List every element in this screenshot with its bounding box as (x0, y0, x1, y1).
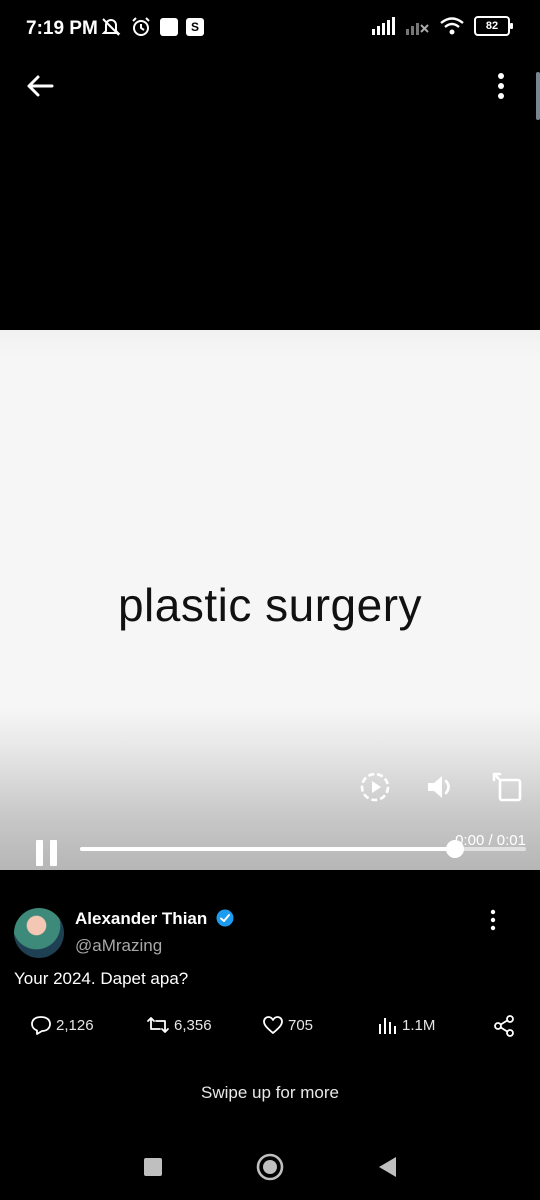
views-count: 1.1M (402, 1016, 436, 1034)
video-player[interactable]: plastic surgery (0, 330, 540, 870)
replay-button[interactable] (358, 770, 392, 804)
back-nav-button[interactable] (372, 1152, 402, 1182)
reply-button[interactable]: 2,126 (30, 1014, 94, 1036)
square-icon (144, 1158, 162, 1176)
video-caption: plastic surgery (117, 579, 423, 631)
more-options-button[interactable] (486, 68, 516, 104)
verified-icon (216, 909, 234, 927)
reply-icon (31, 1016, 51, 1035)
s-app-icon: S (186, 18, 204, 36)
scroll-edge-indicator (536, 72, 540, 120)
battery-icon: 82 (474, 16, 513, 36)
repost-icon (147, 1017, 169, 1033)
signal-weak-icon (406, 23, 429, 35)
status-icons-left: S (100, 16, 204, 38)
recent-apps-button[interactable] (138, 1152, 168, 1182)
volume-button[interactable] (424, 770, 458, 804)
volume-icon (428, 776, 450, 798)
home-circle-icon (256, 1153, 284, 1181)
top-bar (0, 60, 540, 110)
author-handle[interactable]: @aMrazing (75, 936, 162, 956)
views-button[interactable]: 1.1M (376, 1014, 435, 1036)
views-chart-icon (379, 1018, 396, 1034)
repost-button[interactable]: 6,356 (146, 1014, 212, 1036)
share-button[interactable] (492, 1014, 516, 1038)
more-vertical-icon (490, 909, 496, 931)
heart-icon (263, 1016, 283, 1034)
share-icon (494, 1015, 514, 1037)
post-actions: 2,126 6,356 705 1.1M (0, 1014, 540, 1040)
system-nav-bar (0, 1140, 540, 1200)
swipe-up-hint: Swipe up for more (201, 1083, 339, 1102)
pause-icon (36, 840, 43, 866)
pause-button[interactable] (34, 838, 60, 868)
rotate-icon (492, 772, 522, 802)
signal-icon (372, 17, 395, 35)
repost-count: 6,356 (174, 1016, 212, 1034)
notification-square-icon (160, 18, 178, 36)
status-icons-right: 82 (372, 16, 513, 36)
like-button[interactable]: 705 (262, 1014, 313, 1036)
author-name[interactable]: Alexander Thian (75, 909, 207, 929)
avatar[interactable] (14, 908, 64, 958)
status-bar: 7:19 PM S 82 (0, 0, 540, 60)
pause-icon-bar (50, 840, 57, 866)
more-vertical-icon (498, 73, 504, 99)
time-readout: 0:00 / 0:01 (455, 832, 526, 849)
post-text: Your 2024. Dapet apa? (14, 969, 189, 988)
post-more-button[interactable] (484, 908, 502, 932)
rotate-button[interactable] (490, 770, 524, 804)
mute-icon (101, 18, 121, 36)
back-button[interactable] (22, 68, 58, 104)
progress-fill (80, 847, 455, 851)
like-count: 705 (288, 1016, 314, 1034)
triangle-back-icon (379, 1157, 396, 1177)
wifi-icon (440, 17, 464, 35)
reply-count: 2,126 (56, 1016, 94, 1034)
home-button[interactable] (255, 1152, 285, 1182)
status-time: 7:19 PM (26, 18, 98, 39)
back-arrow-icon (27, 75, 54, 97)
replay-icon (360, 772, 390, 802)
alarm-icon (132, 17, 150, 36)
